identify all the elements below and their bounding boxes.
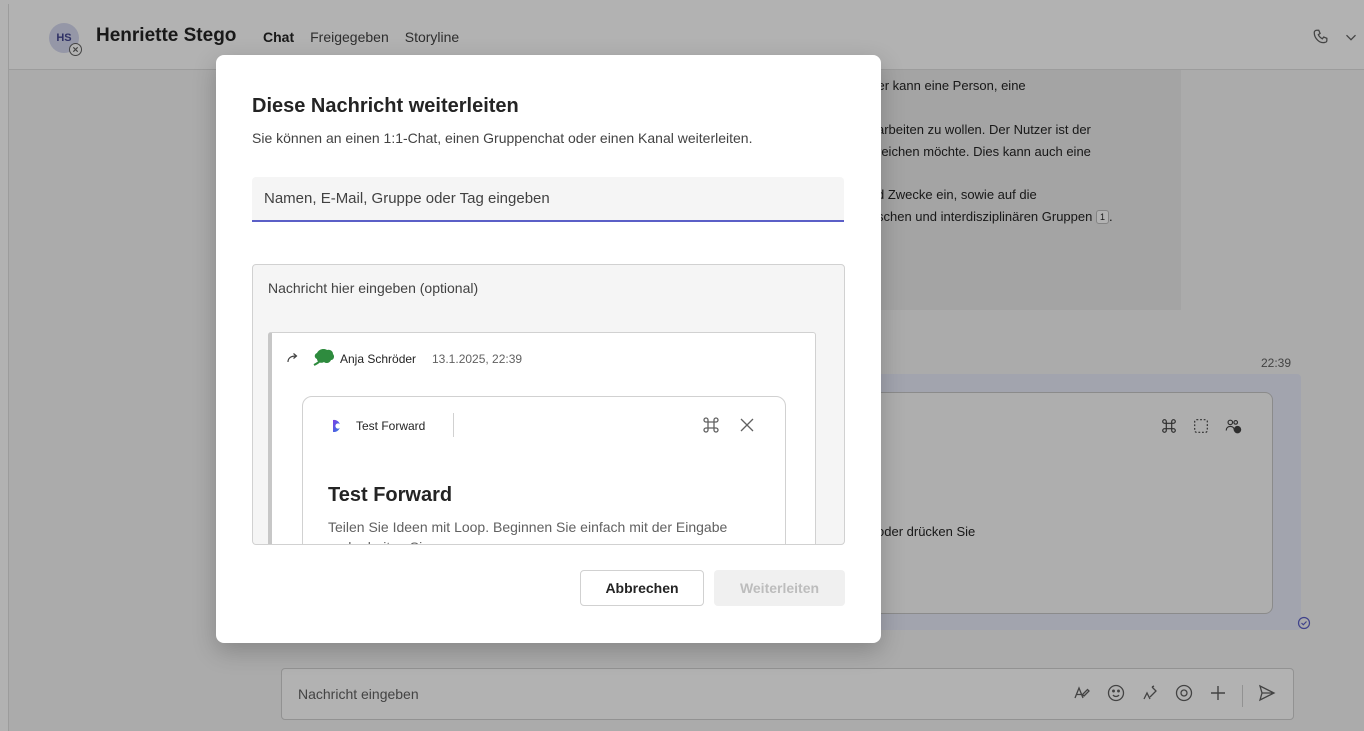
loop-card: Test Forward Test Forward Teilen Sie Ide…: [302, 396, 786, 544]
forwarded-message-preview: Anja Schröder 13.1.2025, 22:39 Test Forw…: [268, 332, 816, 544]
loop-app-name: Test Forward: [356, 419, 426, 433]
forward-arrow-icon: [286, 351, 300, 365]
cancel-button[interactable]: Abbrechen: [580, 570, 704, 606]
loop-card-description: Teilen Sie Ideen mit Loop. Beginnen Sie …: [328, 519, 728, 544]
forward-button[interactable]: Weiterleiten: [714, 570, 845, 606]
command-icon[interactable]: [701, 415, 721, 435]
forward-message-box[interactable]: Nachricht hier eingeben (optional) Anja …: [252, 264, 845, 545]
message-input-placeholder[interactable]: Nachricht hier eingeben (optional): [268, 280, 478, 296]
close-icon[interactable]: [737, 415, 757, 435]
loop-logo-icon: [329, 417, 347, 435]
recipient-input[interactable]: [252, 177, 844, 222]
quoted-date: 13.1.2025, 22:39: [432, 352, 523, 366]
loop-card-title: Test Forward: [328, 484, 453, 506]
author-avatar-icon: [311, 347, 335, 367]
forward-message-dialog: Diese Nachricht weiterleiten Sie können …: [216, 55, 881, 643]
dialog-subtitle: Sie können an einen 1:1-Chat, einen Grup…: [252, 130, 753, 146]
dialog-title: Diese Nachricht weiterleiten: [252, 95, 519, 117]
loop-header-divider: [453, 413, 454, 437]
quoted-author: Anja Schröder: [340, 352, 417, 366]
